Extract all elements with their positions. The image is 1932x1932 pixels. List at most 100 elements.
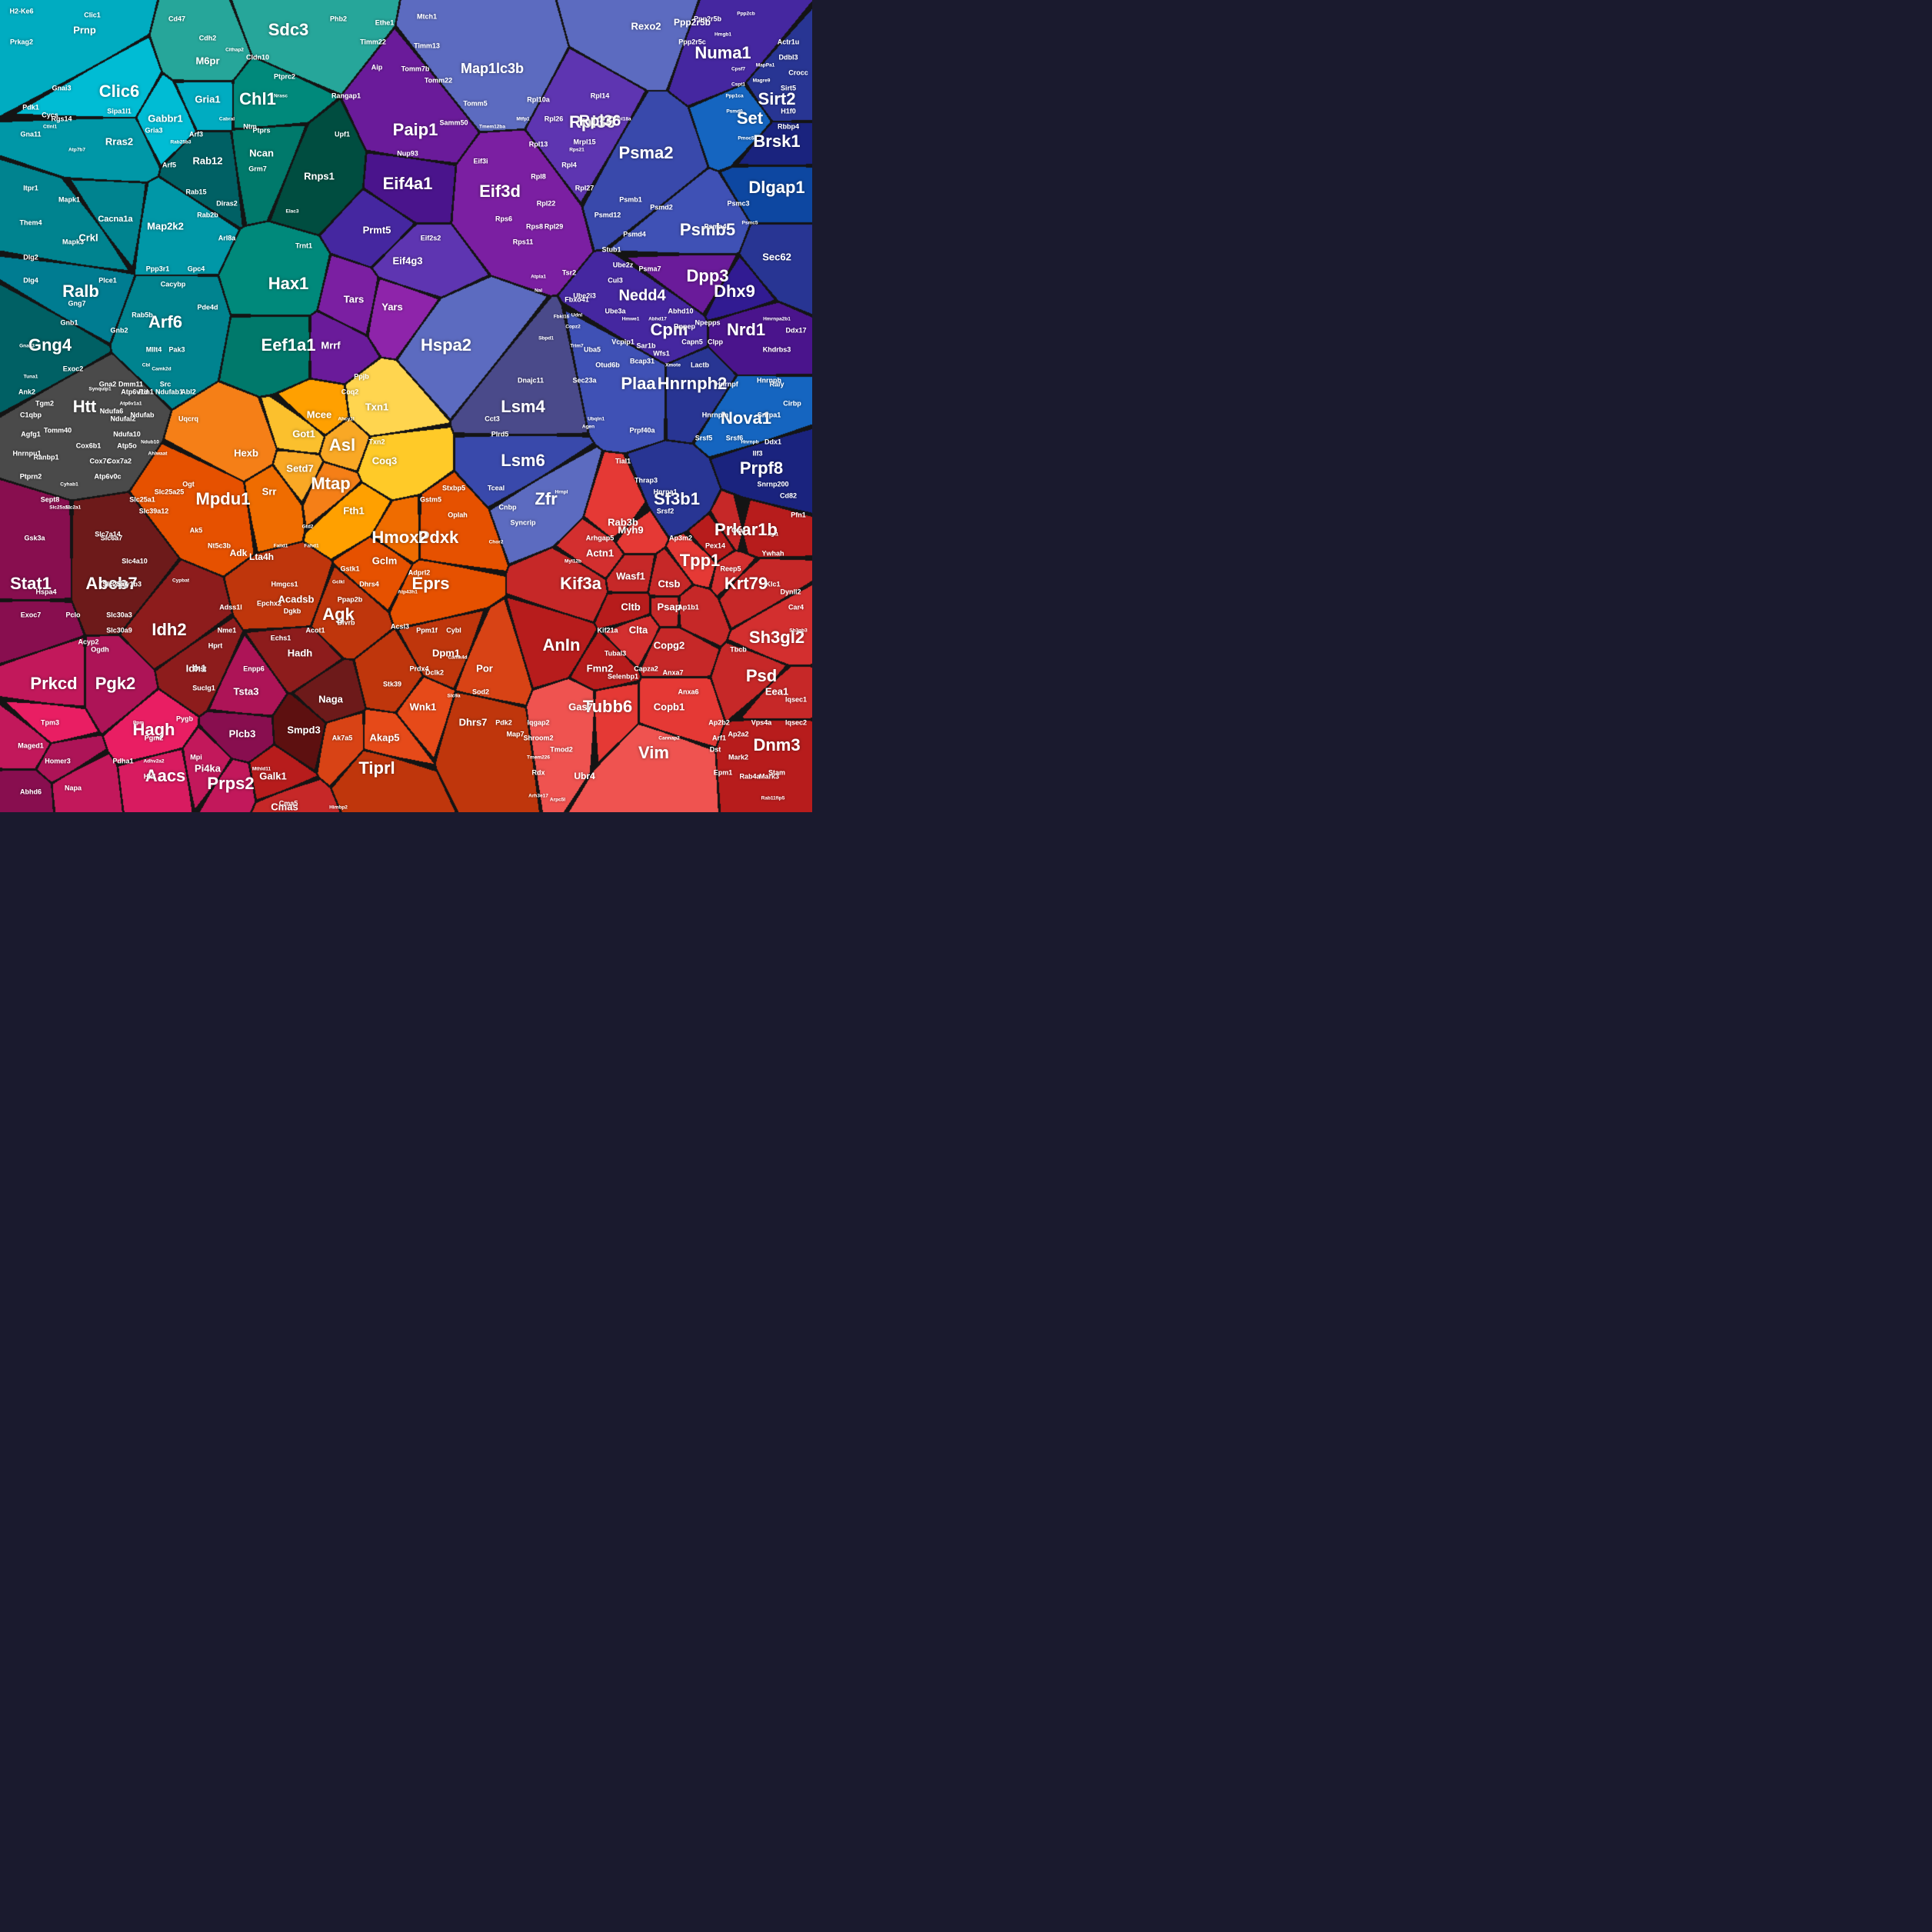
extra-label-aip: Aip: [371, 63, 383, 71]
voronoi-map: Clic6Sdc3Map1lc3bPsma2Rpl36Psmb5Sec62Hax…: [0, 0, 812, 812]
extra-label-ppp1ca: Ppp1ca: [725, 94, 744, 99]
label-tpp1: Tpp1: [680, 551, 721, 570]
extra-label-mapk3: Mapk3: [62, 238, 84, 245]
extra-label-prpf40a: Prpf40a: [629, 426, 655, 434]
extra-label-ak5: Ak5: [190, 526, 203, 534]
extra-label-samm50: Samm50: [439, 118, 468, 126]
extra-label-iqgap2: Iqgap2: [527, 718, 549, 726]
extra-label-rpl4: Rpl4: [561, 161, 577, 168]
extra-label-hmwe1: Hmwe1: [622, 317, 640, 322]
label-prps2: Prps2: [207, 774, 254, 793]
extra-label-ppm: Ppm: [133, 721, 144, 726]
label-naga: Naga: [318, 693, 344, 705]
label-wasf1: Wasf1: [616, 570, 645, 581]
extra-label-trim7: Trim7: [570, 344, 584, 349]
extra-label-arhgap5: Arhgap5: [586, 534, 615, 541]
extra-label-dnajc11: Dnajc11: [518, 376, 544, 384]
label-por: Por: [476, 662, 493, 674]
extra-label-sirt5: Sirt5: [781, 84, 796, 92]
extra-label-sept8: Sept8: [41, 495, 60, 503]
label-homer3: Homer3: [45, 757, 71, 764]
label-gas7: Gas7: [568, 701, 593, 712]
extra-label-oplah: Oplah: [448, 511, 468, 518]
label-gng4: Gng4: [28, 335, 72, 355]
extra-label-ppm1f: Ppm1f: [416, 626, 438, 634]
label-idh2: Idh2: [152, 620, 186, 639]
extra-label-abhd10: Abhd10: [668, 307, 693, 315]
label-dhrs7: Dhrs7: [459, 716, 488, 728]
label-prkcd: Prkcd: [30, 674, 77, 693]
label-eif4g3: Eif4g3: [392, 255, 422, 266]
label-lsm4: Lsm4: [501, 397, 545, 416]
extra-label-upf1: Upf1: [335, 130, 350, 138]
extra-label-cul3: Cul3: [608, 276, 623, 284]
extra-label-ppp3r1: Ppp3r1: [146, 265, 170, 272]
label-abhd6: Abhd6: [20, 788, 42, 795]
extra-label-npepps: Npepps: [695, 318, 720, 326]
extra-label-actr1u: Actr1u: [778, 38, 800, 45]
label-ncan: Ncan: [249, 147, 274, 158]
extra-label-acyp2: Acyp2: [78, 638, 98, 645]
label-arf6: Arf6: [148, 312, 182, 331]
label-fth1: Fth1: [343, 505, 364, 516]
extra-label-fbxo41: Fbxo41: [565, 295, 589, 303]
extra-label-cycs: Cycs: [42, 111, 58, 118]
extra-label-cabral: Cabral: [219, 117, 235, 122]
extra-label-rps11: Rps11: [513, 238, 534, 245]
extra-label-atp5o: Atp5o: [117, 441, 137, 449]
extra-label-psmd2: Psmd2: [650, 203, 673, 211]
extra-label-ppp2r5c: Ppp2r5c: [678, 38, 706, 45]
label-gabbr1: Gabbr1: [148, 112, 183, 124]
extra-label-srsf2: Srsf2: [657, 507, 675, 515]
label-lsm6: Lsm6: [501, 451, 545, 470]
extra-label-cirbp: Cirbp: [783, 399, 801, 407]
extra-label-gpc4: Gpc4: [188, 265, 205, 272]
extra-label-pdk1: Pdk1: [22, 103, 39, 111]
label-prpf8: Prpf8: [740, 458, 783, 478]
extra-label-rps8: Rps8: [526, 222, 543, 230]
label-gria1: Gria1: [195, 93, 220, 105]
label-tars: Tars: [344, 293, 365, 305]
extra-label-cldn10: Cldn10: [246, 53, 269, 61]
extra-label-car4: Car4: [788, 603, 804, 611]
extra-label-acsl3: Acsl3: [391, 622, 409, 630]
label-asl: Asl: [329, 435, 355, 455]
extra-label-dgkb: Dgkb: [284, 607, 301, 615]
extra-label-fahd1: Fahd1: [304, 544, 319, 549]
extra-label-khdrbs3: Khdrbs3: [763, 345, 791, 353]
extra-label-anxa6: Anxa6: [678, 688, 698, 695]
extra-label-sec23a: Sec23a: [572, 376, 597, 384]
extra-label-cct3: Cct3: [485, 415, 500, 422]
extra-label-vcpip1: Vcpip1: [611, 338, 635, 345]
extra-label-ndufa10: Ndufa10: [113, 430, 141, 438]
label-psd: Psd: [746, 666, 777, 685]
extra-label-synquip1: Synquip1: [88, 387, 112, 392]
extra-label-rpl14: Rpl14: [591, 92, 610, 99]
extra-label-ppp2r5b: Ppp2r5b: [674, 17, 711, 28]
extra-label-arf3: Arf3: [189, 130, 203, 138]
label-mtap: Mtap: [311, 474, 350, 493]
extra-label-cypbat: Cypbat: [172, 578, 190, 584]
label-clta: Clta: [629, 624, 648, 635]
extra-label-gtd2: Gtd2: [302, 525, 314, 530]
extra-label-ahcy1l: Ahcy1l: [338, 417, 355, 422]
extra-label-otud6b: Otud6b: [595, 361, 620, 368]
label-maged1: Maged1: [18, 741, 44, 749]
label-pex14: Pex14: [705, 541, 725, 549]
extra-label-rpl13: Rpl13: [529, 140, 548, 148]
extra-label-prdx4: Prdx4: [409, 665, 428, 672]
extra-label-trnt1: Trnt1: [295, 242, 312, 249]
label-acadsb: Acadsb: [278, 593, 315, 605]
extra-label-acot1: Acot1: [305, 626, 325, 634]
extra-label-tmem226: Tmem226: [527, 755, 550, 761]
extra-label-capza2: Capza2: [634, 665, 658, 672]
extra-label-rab11fip5: Rab11fip5: [761, 796, 785, 801]
extra-label-hk1: Hk1: [144, 772, 157, 780]
extra-label-cdh2: Cdh2: [199, 34, 217, 42]
extra-label-thrap3: Thrap3: [635, 476, 658, 484]
extra-label-rab25b3: Rab25b3: [170, 140, 191, 145]
extra-label-gnb2: Gnb2: [110, 326, 128, 334]
extra-label-gria3: Gria3: [145, 126, 162, 134]
label-chl1: Chl1: [239, 89, 276, 108]
extra-label-tomm5: Tomm5: [463, 99, 487, 107]
